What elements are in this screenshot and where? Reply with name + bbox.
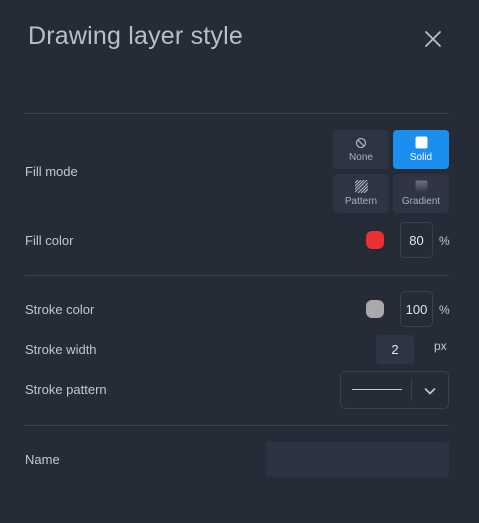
fill-opacity-unit: % [439,234,450,248]
fill-mode-pattern-label: Pattern [344,196,378,207]
pattern-hatch-icon [354,180,368,193]
divider [25,425,449,426]
fill-mode-pattern-button[interactable]: Pattern [333,174,389,213]
fill-mode-gradient-label: Gradient [401,196,441,207]
stroke-width-unit: px [434,339,447,353]
gradient-icon [415,180,428,193]
name-input[interactable] [266,442,449,477]
chevron-down-icon[interactable] [423,384,437,398]
divider [25,113,449,114]
fill-mode-none-label: None [349,152,373,163]
stroke-color-label: Stroke color [25,302,95,317]
stroke-width-label: Stroke width [25,342,97,357]
close-icon[interactable] [420,26,446,52]
fill-mode-label: Fill mode [25,164,78,179]
stroke-opacity-input[interactable]: 100 [400,291,433,327]
fill-mode-solid-label: Solid [409,152,433,163]
fill-color-swatch[interactable] [366,231,384,249]
solid-square-icon [415,136,428,149]
drawing-layer-style-dialog: Drawing layer style Fill mode None Solid [0,0,479,523]
solid-line-preview [352,389,402,390]
fill-color-label: Fill color [25,233,74,248]
stroke-pattern-select[interactable] [340,371,449,409]
none-icon [355,136,368,149]
name-label: Name [25,452,60,467]
divider [25,275,449,276]
fill-mode-solid-button[interactable]: Solid [393,130,449,169]
fill-mode-none-button[interactable]: None [333,130,389,169]
fill-mode-gradient-button[interactable]: Gradient [393,174,449,213]
stroke-opacity-unit: % [439,303,450,317]
stroke-pattern-label: Stroke pattern [25,382,107,397]
select-separator [411,379,412,401]
fill-opacity-input[interactable]: 80 [400,222,433,258]
dialog-title: Drawing layer style [28,22,243,50]
stroke-width-input[interactable]: 2 [376,335,414,364]
stroke-color-swatch[interactable] [366,300,384,318]
